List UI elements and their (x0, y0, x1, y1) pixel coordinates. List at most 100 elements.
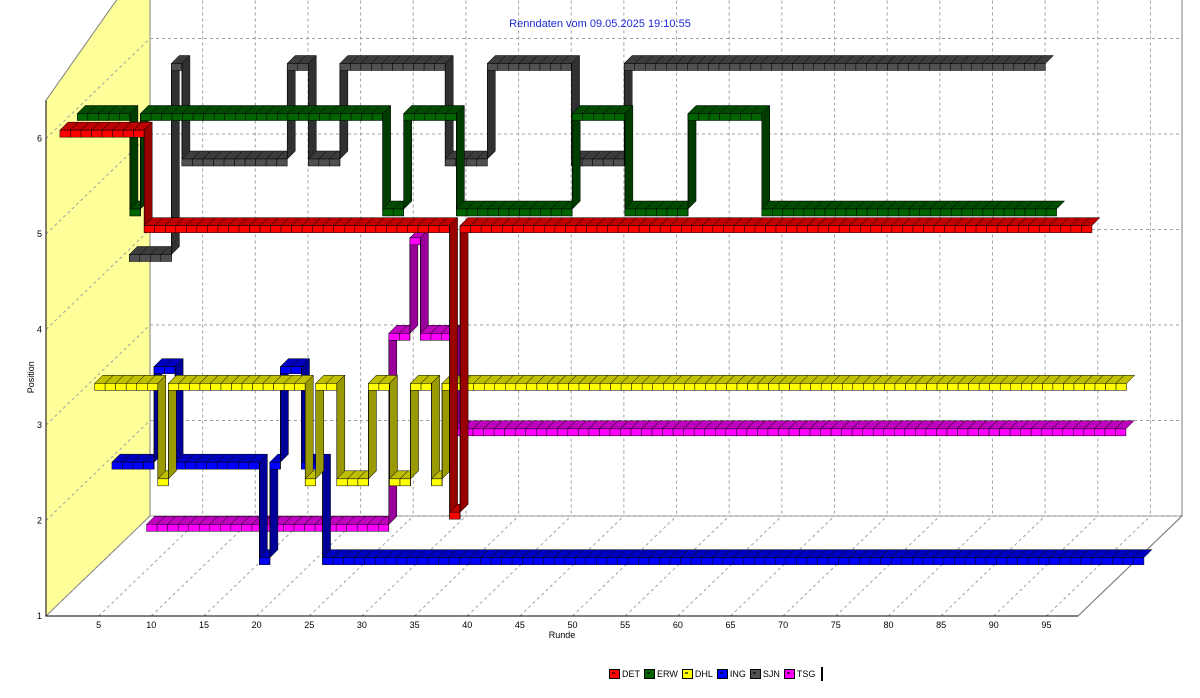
series-erw-mark (466, 208, 478, 217)
series-ing-mark (143, 461, 155, 470)
series-sjn-mark (318, 158, 330, 167)
series-det-mark (786, 225, 798, 233)
series-det-mark (775, 225, 787, 233)
series-tsg-mark (999, 428, 1011, 437)
x-tick-label: 35 (410, 620, 420, 630)
series-tsg-mark (820, 428, 832, 437)
series-det-mark (428, 225, 440, 233)
series-sjn-mark (729, 63, 741, 71)
y-tick-label: 1 (37, 611, 42, 621)
series-tsg-mark (367, 524, 379, 532)
series-ing-mark (364, 557, 376, 565)
series-dhl-mark (663, 383, 675, 391)
series-det-mark (1060, 225, 1072, 233)
series-ing-mark (269, 461, 281, 470)
series-dhl-mark (389, 478, 401, 487)
x-tick-label: 40 (462, 620, 472, 630)
series-erw-mark (961, 208, 973, 217)
series-ing-mark (1069, 557, 1081, 565)
series-det-mark (91, 129, 103, 138)
series-sjn-mark (634, 63, 646, 71)
series-erw-mark (108, 113, 120, 121)
series-det-mark (523, 225, 535, 233)
series-erw-mark (340, 113, 352, 121)
series-ing-mark (575, 557, 587, 565)
series-sjn-mark (297, 63, 309, 71)
series-sjn-mark (550, 63, 562, 71)
series-tsg-connector (420, 229, 429, 334)
series-ing-mark (1133, 557, 1145, 565)
series-erw-mark (213, 113, 225, 121)
series-dhl-mark (968, 383, 980, 391)
series-ing-mark (406, 557, 418, 565)
series-sjn-mark (423, 63, 435, 71)
series-ing-mark (427, 557, 439, 565)
series-dhl-connector (368, 374, 377, 480)
series-sjn-mark (676, 63, 688, 71)
legend-swatch (749, 669, 761, 679)
series-det-mark (164, 225, 177, 233)
series-tsg-mark (925, 428, 937, 437)
x-tick-label: 55 (620, 620, 630, 630)
series-sjn-mark (929, 63, 941, 71)
series-dhl-connector (431, 374, 440, 480)
series-ing-mark (722, 557, 734, 565)
legend-label: ING (729, 669, 746, 679)
series-tsg-mark (894, 428, 906, 437)
series-sjn-mark (708, 63, 720, 71)
series-erw-mark (972, 208, 984, 217)
series-erw-mark (540, 208, 552, 217)
series-tsg-mark (620, 428, 632, 437)
series-erw-mark (635, 208, 647, 217)
series-tsg-mark (472, 428, 484, 437)
series-sjn-mark (1034, 63, 1046, 71)
series-det-mark (691, 225, 703, 233)
legend-swatch (783, 669, 795, 679)
series-tsg-mark (578, 428, 590, 437)
series-sjn-mark (308, 158, 320, 167)
series-erw-mark (645, 208, 657, 217)
series-ing-mark (511, 557, 523, 565)
series-erw-mark (887, 208, 899, 217)
series-tsg-mark (399, 333, 411, 341)
series-ing-mark (1091, 557, 1103, 565)
series-det-mark (702, 225, 714, 233)
series-sjn-mark (950, 63, 962, 71)
series-sjn-mark (1003, 63, 1015, 71)
series-erw-mark (424, 113, 436, 121)
series-tsg-mark (1104, 428, 1116, 437)
series-tsg-mark (841, 428, 853, 437)
legend-label: SJN (762, 669, 780, 679)
series-erw-mark (192, 113, 204, 121)
series-dhl-mark (799, 383, 811, 391)
series-dhl-connector (315, 374, 324, 480)
series-sjn-mark (824, 63, 836, 71)
series-erw-mark (750, 113, 763, 121)
series-tsg-mark (388, 333, 400, 341)
series-tsg-mark (156, 524, 168, 532)
series-sjn-mark (329, 158, 341, 167)
series-erw-mark (898, 208, 910, 217)
series-sjn-mark (602, 158, 614, 167)
series-dhl-mark (810, 383, 822, 391)
series-erw-mark (761, 208, 773, 217)
series-ing-mark (459, 557, 471, 565)
series-erw-mark (835, 208, 847, 217)
series-dhl-mark (757, 383, 769, 391)
series-tsg-mark (493, 428, 505, 437)
series-ing-mark (501, 557, 513, 565)
series-ing-mark (227, 461, 239, 470)
series-erw-mark (308, 113, 320, 121)
series-det-mark (1070, 225, 1082, 233)
series-tsg-mark (641, 428, 653, 437)
series-sjn-mark (444, 158, 456, 167)
series-erw-mark (993, 208, 1005, 217)
series-dhl-connector (441, 374, 451, 480)
series-det-mark (386, 225, 398, 233)
series-erw-mark (1014, 208, 1026, 217)
series-erw-mark (508, 208, 520, 217)
series-ing-mark (480, 557, 492, 565)
series-det-mark (533, 225, 545, 233)
series-tsg-mark (978, 428, 990, 437)
series-det-mark (954, 225, 966, 233)
